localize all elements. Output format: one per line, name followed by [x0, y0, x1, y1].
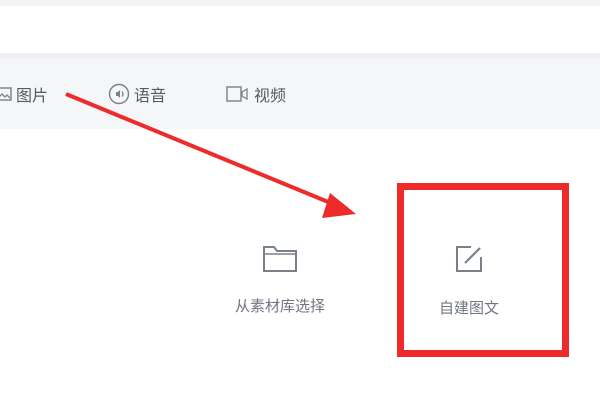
- annotation-arrow: [65, 92, 356, 218]
